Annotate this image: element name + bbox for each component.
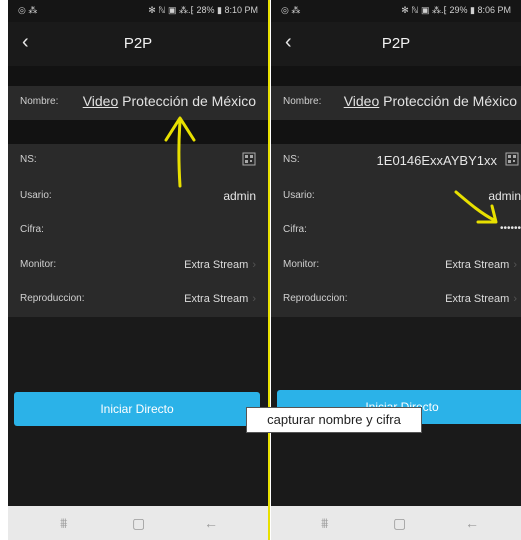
usario-label: Usario: (20, 190, 52, 201)
status-icons-left: ◎ ⁂ (281, 5, 301, 15)
reproduccion-value[interactable]: Extra Stream › (184, 293, 256, 305)
android-nav-bar: ⩩ ▢ ← (8, 506, 268, 540)
cifra-row[interactable]: Cifra: •••••• (271, 214, 521, 248)
annotation-tooltip: capturar nombre y cifra (246, 407, 422, 433)
page-title: P2P (123, 35, 153, 52)
cifra-value[interactable]: •••••• (500, 223, 521, 234)
monitor-label: Monitor: (20, 259, 57, 270)
usario-value[interactable]: admin (223, 189, 256, 203)
status-bar: ◎ ⁂ ✻ ℕ ▣ ⁂.⁅ 28% ▮ 8:10 PM (8, 0, 268, 22)
status-bar: ◎ ⁂ ✻ ℕ ▣ ⁂.⁅ 29% ▮ 8:06 PM (271, 0, 521, 22)
status-icons-right: ✻ ℕ ▣ ⁂.⁅ 28% ▮ 8:10 PM (148, 5, 258, 15)
monitor-value-text: Extra Stream (184, 259, 249, 271)
cifra-row[interactable]: Cifra: (8, 214, 268, 248)
usario-label: Usario: (283, 190, 315, 201)
ns-label: NS: (20, 154, 37, 165)
ns-row[interactable]: NS: 1E0146ExxAYBY1xx (271, 144, 521, 178)
app-header: ‹ P2P (8, 22, 268, 66)
usario-row[interactable]: Usario: admin (271, 180, 521, 214)
nombre-label: Nombre: (283, 96, 322, 107)
back-arrow-icon[interactable]: ← (204, 515, 218, 531)
recents-icon[interactable]: ⩩ (60, 515, 67, 532)
monitor-value-text: Extra Stream (445, 259, 510, 271)
monitor-row[interactable]: Monitor: Extra Stream › (8, 249, 268, 283)
monitor-row[interactable]: Monitor: Extra Stream › (271, 249, 521, 283)
nombre-label: Nombre: (20, 96, 59, 107)
chevron-right-icon: › (513, 259, 517, 271)
home-icon[interactable]: ▢ (393, 515, 406, 532)
reproduccion-label: Reproduccion: (20, 293, 85, 304)
spacer-band (8, 66, 268, 86)
ns-row[interactable]: NS: (8, 144, 268, 178)
usario-row[interactable]: Usario: admin (8, 180, 268, 214)
spacer-band (271, 66, 521, 86)
nombre-value-word: Video (82, 93, 119, 109)
nombre-value-rest: Protección de México (118, 93, 256, 109)
monitor-label: Monitor: (283, 259, 320, 270)
reproduccion-value[interactable]: Extra Stream › (445, 293, 517, 305)
left-phone-screen: ◎ ⁂ ✻ ℕ ▣ ⁂.⁅ 28% ▮ 8:10 PM ‹ P2P Nombre… (8, 0, 268, 540)
status-icons-right: ✻ ℕ ▣ ⁂.⁅ 29% ▮ 8:06 PM (401, 5, 511, 15)
page-title: P2P (381, 35, 411, 52)
android-nav-bar: ⩩ ▢ ← (271, 506, 521, 540)
chevron-right-icon: › (252, 293, 256, 305)
cifra-label: Cifra: (283, 224, 307, 235)
spacer-band (271, 120, 521, 144)
reproduccion-row[interactable]: Reproduccion: Extra Stream › (8, 283, 268, 317)
ns-value[interactable]: 1E0146ExxAYBY1xx (377, 153, 497, 168)
home-icon[interactable]: ▢ (132, 515, 145, 532)
reproduccion-value-text: Extra Stream (184, 293, 249, 305)
cifra-label: Cifra: (20, 224, 44, 235)
status-icons-left: ◎ ⁂ (18, 5, 38, 15)
recents-icon[interactable]: ⩩ (321, 515, 328, 532)
monitor-value[interactable]: Extra Stream › (445, 259, 517, 271)
reproduccion-label: Reproduccion: (283, 293, 348, 304)
qr-scan-icon[interactable] (242, 152, 256, 166)
app-header: ‹ P2P (271, 22, 521, 66)
nombre-row[interactable]: Nombre: Video Protección de México (8, 86, 268, 120)
spacer-band (8, 120, 268, 144)
reproduccion-row[interactable]: Reproduccion: Extra Stream › (271, 283, 521, 317)
nombre-value[interactable]: Video Protección de México (344, 93, 517, 109)
reproduccion-value-text: Extra Stream (445, 293, 510, 305)
qr-scan-icon[interactable] (505, 152, 519, 166)
nombre-value-word: Video (343, 93, 380, 109)
nombre-value[interactable]: Video Protección de México (83, 93, 256, 109)
nombre-value-rest: Protección de México (379, 93, 517, 109)
annotation-divider-line (268, 0, 270, 540)
nombre-row[interactable]: Nombre: Video Protección de México (271, 86, 521, 120)
iniciar-directo-button[interactable]: Iniciar Directo (14, 392, 260, 426)
back-arrow-icon[interactable]: ← (465, 515, 479, 531)
chevron-right-icon: › (513, 293, 517, 305)
chevron-right-icon: › (252, 259, 256, 271)
monitor-value[interactable]: Extra Stream › (184, 259, 256, 271)
usario-value[interactable]: admin (488, 189, 521, 203)
ns-label: NS: (283, 154, 300, 165)
right-phone-screen: ◎ ⁂ ✻ ℕ ▣ ⁂.⁅ 29% ▮ 8:06 PM ‹ P2P Nombre… (271, 0, 521, 540)
